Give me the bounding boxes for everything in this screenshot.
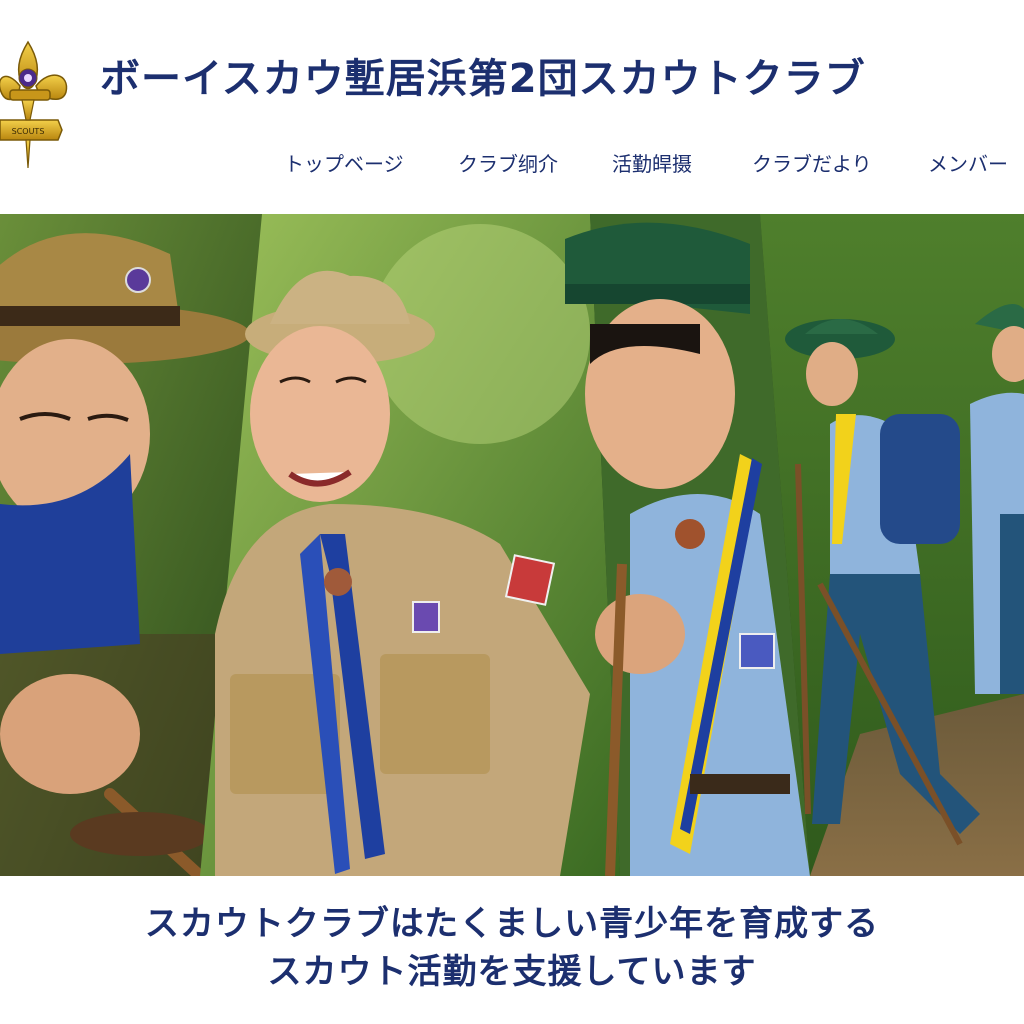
site-header: SCOUTS ボーイスカウ塹居浜第2団スカウトクラブ トップベージ クラブ䌹介 … [0, 0, 1024, 214]
main-nav: トップベージ クラブ䌹介 活勤皔摄 クラブだより メンバー [262, 146, 1024, 182]
hero-tagline: スカウトクラブはたくましい青少年を育成する スカウト活勤を支援しています [0, 900, 1024, 996]
fleur-de-lis-emblem-icon[interactable]: SCOUTS [0, 38, 72, 174]
nav-item-club-intro[interactable]: クラブ䌹介 [458, 146, 558, 182]
nav-item-club-news[interactable]: クラブだより [752, 146, 872, 182]
site-title: ボーイスカウ塹居浜第2団スカウトクラブ [100, 56, 866, 102]
hero-banner [0, 214, 1024, 876]
logo-scroll-text: SCOUTS [12, 127, 45, 136]
hero-panel-scout-leader [200, 214, 620, 876]
nav-item-members[interactable]: メンバー [928, 146, 1008, 182]
nav-item-top-page[interactable]: トップベージ [284, 146, 404, 182]
tagline-line-2: スカウト活勤を支援しています [267, 952, 757, 992]
tagline-line-1: スカウトクラブはたくましい青少年を育成する [144, 904, 880, 944]
nav-item-activity-log[interactable]: 活勤皔摄 [612, 146, 692, 182]
